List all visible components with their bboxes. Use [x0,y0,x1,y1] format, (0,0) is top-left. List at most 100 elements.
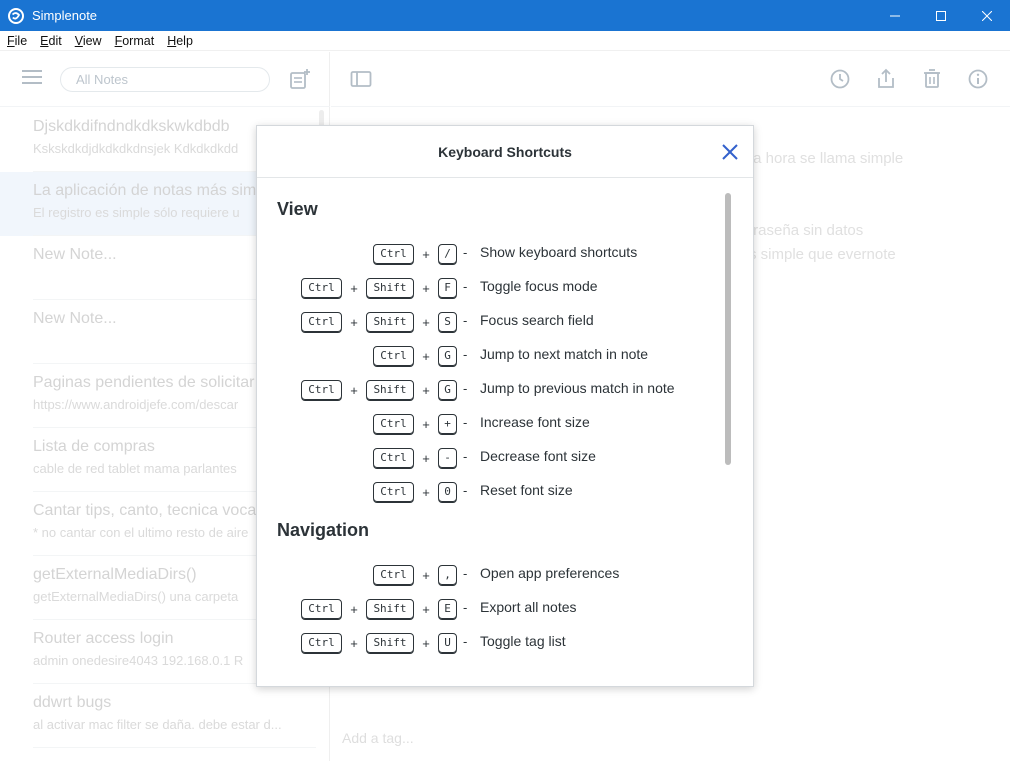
keycap: E [438,599,457,619]
plus-sign: + [350,601,358,617]
shortcut-row: Ctrl + / - Show keyboard shortcuts [257,243,727,265]
keycap: Shift [366,312,414,332]
simplenote-logo-icon [8,7,24,24]
keycap: / [438,244,457,264]
shortcut-description: Export all notes [480,599,577,615]
keycap: Ctrl [301,278,342,298]
plus-sign: + [422,280,430,296]
keycap: Shift [366,380,414,400]
dialog-body: View Ctrl + / - Show keyboard shortcuts Ctrl + S… [257,179,753,686]
close-window-icon [982,10,992,21]
shortcut-row: Ctrl +, - Open app preferences [257,564,727,586]
separator-dash: - [463,347,468,362]
plus-sign: + [422,601,430,617]
maximize-button[interactable] [918,0,964,31]
shortcut-row: Ctrl + Shift + G - Jump to previous match in n… [257,379,727,401]
title-bar: Simplenote [0,0,1010,31]
separator-dash: - [463,600,468,615]
keycap: + [438,414,457,434]
section-heading: View [277,199,318,219]
keycap: Ctrl [301,312,342,332]
menu-view[interactable]: View [68,34,108,48]
keyboard-shortcuts-dialog: Keyboard Shortcuts View Ctrl + / - Show keybo… [256,125,754,687]
separator-dash: - [463,381,468,396]
separator-dash: - [463,634,468,649]
shortcut-description: Increase font size [480,414,590,430]
shortcut-row: Ctrl + Shift + F - Toggle focus mode [257,277,727,299]
keycap: Ctrl [301,633,342,653]
shortcut-keys: Ctrl + Shift + S [301,311,457,333]
menu-help[interactable]: Help [160,34,199,48]
menu-format[interactable]: Format [108,34,161,48]
shortcut-row: Ctrl + + - Increase font size [257,413,727,435]
shortcut-description: Reset font size [480,482,573,498]
shortcut-keys: Ctrl + Shift + E [301,598,457,620]
keycap: Ctrl [373,244,414,264]
keycap: F [438,278,457,298]
keycap: S [438,312,457,332]
plus-sign: + [422,567,430,583]
separator-dash: - [463,279,468,294]
shortcut-keys: Ctrl + Shift + F [301,277,457,299]
shortcut-keys: Ctrl +, [373,564,457,586]
minimize-icon [890,15,900,16]
keycap: Ctrl [373,414,414,434]
shortcut-row: Ctrl + G - Jump to next match in note [257,345,727,367]
keycap: Ctrl [373,346,414,366]
keycap: Ctrl [373,565,414,585]
close-icon[interactable] [719,141,741,163]
shortcut-keys: Ctrl +0 [373,481,457,503]
keycap: G [438,380,457,400]
plus-sign: + [422,484,430,500]
separator-dash: - [463,566,468,581]
shortcut-keys: Ctrl + / [373,243,457,265]
menu-file[interactable]: File [0,34,33,48]
shortcut-description: Toggle tag list [480,633,566,649]
plus-sign: + [422,314,430,330]
shortcut-description: Toggle focus mode [480,278,598,294]
shortcut-description: Jump to previous match in note [480,380,675,396]
keycap: 0 [438,482,457,502]
separator-dash: - [463,245,468,260]
shortcut-keys: Ctrl + Shift + U [301,632,457,654]
keycap: Ctrl [373,448,414,468]
shortcut-row: Ctrl +0- Reset font size [257,481,727,503]
menu-bar: File Edit View Format Help [0,31,1010,51]
shortcut-keys: Ctrl + G [373,345,457,367]
shortcut-keys: Ctrl + Shift + G [301,379,457,401]
close-window-button[interactable] [964,0,1010,31]
shortcut-keys: Ctrl + - [373,447,457,469]
shortcut-keys: Ctrl + + [373,413,457,435]
keycap: Shift [366,278,414,298]
plus-sign: + [422,450,430,466]
plus-sign: + [422,635,430,651]
shortcut-row: Ctrl + Shift + E - Export all notes [257,598,727,620]
separator-dash: - [463,483,468,498]
plus-sign: + [350,314,358,330]
plus-sign: + [422,382,430,398]
shortcut-description: Decrease font size [480,448,596,464]
maximize-icon [936,10,946,21]
shortcut-description: Show keyboard shortcuts [480,244,638,260]
separator-dash: - [463,415,468,430]
plus-sign: + [422,246,430,262]
shortcut-row: Ctrl + Shift + S - Focus search field [257,311,727,333]
menu-edit[interactable]: Edit [33,34,68,48]
window-title: Simplenote [32,8,98,23]
plus-sign: + [350,635,358,651]
plus-sign: + [422,348,430,364]
keycap: - [438,448,457,468]
shortcut-row: Ctrl + Shift + U - Toggle tag list [257,632,727,654]
shortcut-description: Jump to next match in note [480,346,649,362]
shortcut-row: Ctrl + - - Decrease font size [257,447,727,469]
keycap: Shift [366,633,414,653]
keycap: G [438,346,457,366]
plus-sign: + [422,416,430,432]
keycap: , [438,565,457,585]
plus-sign: + [350,382,358,398]
separator-dash: - [463,313,468,328]
minimize-button[interactable] [872,0,918,31]
keycap: Ctrl [301,380,342,400]
keycap: U [438,633,457,653]
dialog-title: Keyboard Shortcuts [438,144,572,160]
